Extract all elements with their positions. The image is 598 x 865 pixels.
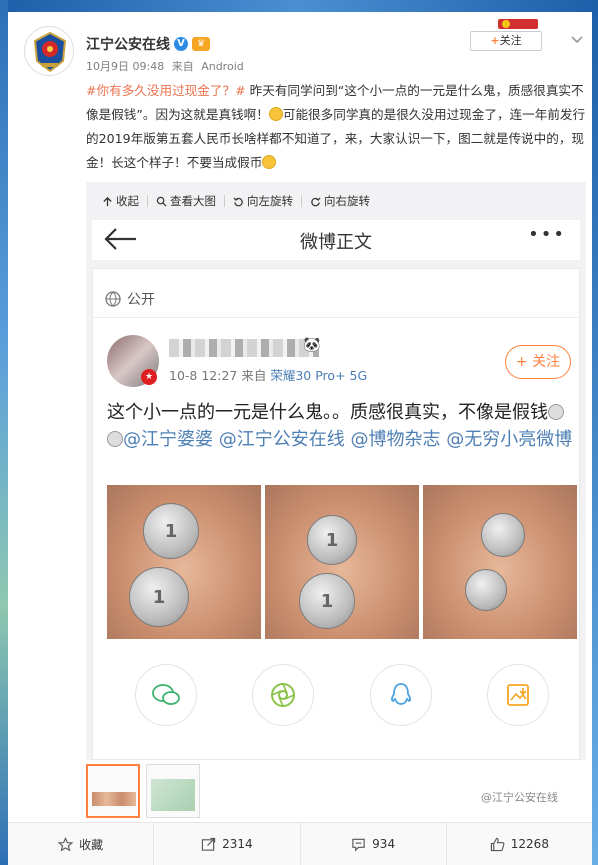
flag-icon: ★ bbox=[141, 369, 157, 385]
thumbnail-1[interactable] bbox=[86, 764, 140, 818]
chevron-down-icon[interactable] bbox=[570, 32, 584, 46]
visibility-text: 公开 bbox=[127, 292, 155, 308]
follow-button[interactable]: +关注 bbox=[470, 31, 542, 51]
coin-flower-side bbox=[465, 569, 507, 611]
rotate-right-label: 向右旋转 bbox=[324, 194, 370, 208]
search-icon bbox=[156, 196, 167, 207]
favorite-button[interactable]: 收藏 bbox=[8, 823, 155, 865]
panda-icon: 🐼 bbox=[303, 337, 321, 353]
rotate-right-icon bbox=[311, 196, 321, 206]
more-icon: ••• bbox=[528, 224, 566, 245]
action-bar: 收藏 2314 934 12268 bbox=[8, 822, 592, 865]
mention-link: @无穷小亮微博 bbox=[446, 429, 573, 450]
coin: 1 bbox=[143, 503, 199, 559]
sad-emoji-icon bbox=[107, 431, 123, 447]
topic-link[interactable]: #你有多久没用过现金了？# bbox=[86, 83, 246, 98]
repost-button[interactable]: 2314 bbox=[154, 823, 301, 865]
repost-count: 2314 bbox=[222, 837, 253, 851]
share-row bbox=[107, 664, 577, 734]
crown-icon: ♛ bbox=[192, 37, 210, 51]
screenshot-nav-bar: 微博正文 ••• bbox=[92, 220, 580, 260]
collapse-label: 收起 bbox=[116, 194, 139, 208]
thumbnail-photo bbox=[92, 792, 136, 806]
comment-button[interactable]: 934 bbox=[301, 823, 447, 865]
rotate-right-button[interactable]: 向右旋转 bbox=[302, 194, 378, 208]
medal-icon bbox=[498, 19, 538, 29]
like-button[interactable]: 12268 bbox=[447, 823, 592, 865]
author-name-text: 江宁公安在线 bbox=[86, 37, 170, 53]
post-source: Android bbox=[201, 60, 244, 73]
banknote-thumbnail bbox=[151, 779, 195, 811]
thumbnail-2[interactable] bbox=[146, 764, 200, 818]
follow-label: 关注 bbox=[499, 34, 522, 47]
screenshot-avatar: ★ bbox=[107, 335, 159, 387]
wechat-icon bbox=[134, 664, 197, 726]
star-icon bbox=[58, 836, 74, 851]
rotate-left-label: 向左旋转 bbox=[247, 194, 293, 208]
police-badge-avatar[interactable] bbox=[24, 26, 74, 76]
background-right bbox=[592, 0, 598, 865]
save-image-icon bbox=[487, 664, 550, 726]
mention-link: @江宁婆婆 bbox=[123, 429, 213, 450]
screenshot-follow-button: + 关注 bbox=[505, 345, 571, 379]
screenshot-text: 这个小一点的一元是什么鬼。。质感很真实，不像是假钱 @江宁婆婆 @江宁公安在线 @… bbox=[107, 399, 577, 453]
verified-icon: V bbox=[174, 37, 188, 51]
thumbs-up-icon bbox=[490, 837, 505, 851]
mention-link: @江宁公安在线 bbox=[218, 429, 345, 450]
coin-flower-side bbox=[481, 513, 525, 557]
background-strip bbox=[0, 0, 598, 12]
arrow-up-icon bbox=[103, 196, 112, 206]
comment-icon bbox=[352, 838, 365, 851]
comment-count: 934 bbox=[372, 837, 396, 851]
coin-photo: 1 1 bbox=[265, 485, 419, 639]
coin-photo: 1 1 bbox=[107, 485, 261, 639]
coin: 1 bbox=[129, 567, 189, 627]
screenshot-from: 来自 bbox=[241, 368, 267, 383]
sad-emoji-icon bbox=[548, 404, 564, 420]
rotate-left-button[interactable]: 向左旋转 bbox=[225, 194, 302, 208]
laugh-emoji-icon bbox=[268, 107, 283, 121]
screenshot-title: 微博正文 bbox=[300, 232, 372, 253]
globe-icon bbox=[105, 291, 121, 307]
weibo-card: 江宁公安在线 V ♛ 10月9日 09:48 来自 Android +关注 #你… bbox=[8, 12, 592, 822]
screenshot-body: 公开 ★ 🐼 10-8 12:27 来自 荣耀30 Pro+ 5G + 关注 这… bbox=[92, 268, 581, 804]
plus-icon: + bbox=[490, 34, 500, 47]
screenshot-time: 10-8 12:27 bbox=[169, 368, 238, 383]
post-text: #你有多久没用过现金了？# 昨天有同学问到“这个小一点的一元是什么鬼，质感很真实… bbox=[86, 79, 586, 175]
coin: 1 bbox=[299, 573, 355, 629]
weibo-watermark: @江宁公安在线 bbox=[481, 791, 558, 804]
visibility-label: 公开 bbox=[105, 289, 155, 309]
like-count: 12268 bbox=[510, 837, 549, 851]
author-name[interactable]: 江宁公安在线 V ♛ bbox=[86, 34, 210, 54]
source-prefix: 来自 bbox=[171, 60, 194, 73]
thumbnail-strip bbox=[86, 764, 200, 818]
police-badge-icon bbox=[26, 28, 73, 75]
moments-icon bbox=[252, 664, 315, 726]
screenshot-follow-label: 关注 bbox=[532, 354, 561, 370]
background-left bbox=[0, 0, 8, 865]
image-toolbar: 收起 查看大图 向左旋转 向右旋转 bbox=[86, 182, 586, 220]
photo-row: 1 1 1 1 bbox=[107, 485, 577, 639]
view-large-button[interactable]: 查看大图 bbox=[148, 194, 225, 208]
coin: 1 bbox=[307, 515, 357, 565]
mention-link: @博物杂志 bbox=[350, 429, 441, 450]
post-meta: 10月9日 09:48 来自 Android bbox=[86, 58, 248, 74]
embedded-screenshot[interactable]: 微博正文 ••• 公开 ★ 🐼 10-8 12:27 来自 荣耀30 Pro+ … bbox=[86, 220, 586, 804]
view-large-label: 查看大图 bbox=[170, 194, 216, 208]
rotate-left-icon bbox=[233, 196, 243, 206]
screenshot-device: 荣耀30 Pro+ 5G bbox=[270, 368, 368, 383]
screenshot-text-main: 这个小一点的一元是什么鬼。。质感很真实，不像是假钱 bbox=[107, 402, 548, 423]
repost-icon bbox=[201, 837, 216, 851]
favorite-label: 收藏 bbox=[79, 837, 104, 852]
blurred-username bbox=[169, 339, 319, 357]
qq-icon bbox=[369, 664, 432, 726]
collapse-button[interactable]: 收起 bbox=[94, 194, 148, 208]
coin-photo bbox=[423, 485, 577, 639]
post-date[interactable]: 10月9日 09:48 bbox=[86, 60, 164, 73]
screenshot-meta: 10-8 12:27 来自 荣耀30 Pro+ 5G bbox=[169, 365, 367, 384]
laugh-emoji-icon bbox=[262, 155, 277, 169]
divider bbox=[93, 317, 581, 318]
